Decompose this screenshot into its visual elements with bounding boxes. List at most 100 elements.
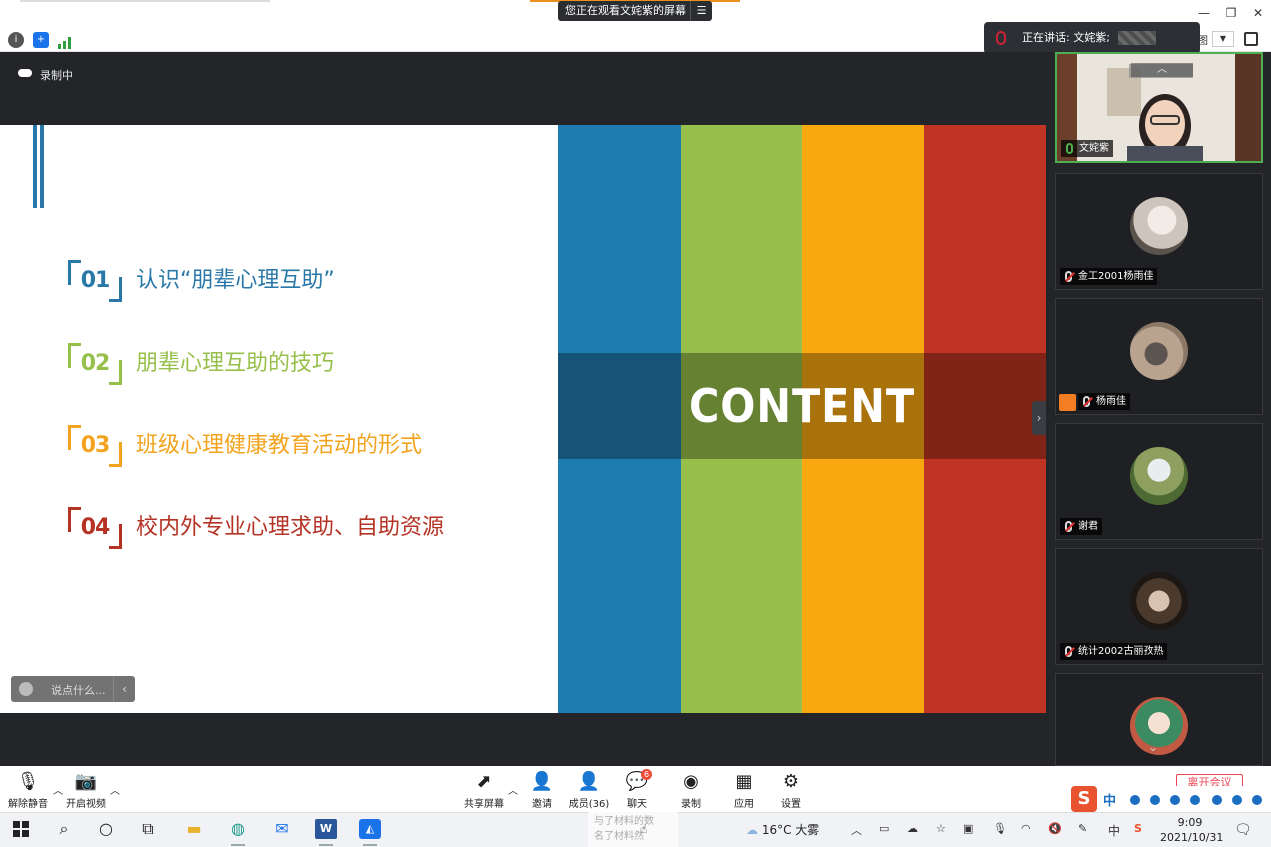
keyboard-icon[interactable] [1190,795,1200,805]
network-error-icon[interactable]: ☁ [907,822,918,835]
chevron-up-icon[interactable]: ︿ [1131,63,1193,77]
taskbar-active-indicator [363,844,377,846]
emoji-icon[interactable] [1150,795,1160,805]
screen-share-notice-label: 您正在观看文姹紫的屏幕 [565,4,686,17]
emoji-icon[interactable] [19,682,33,696]
speaker-muted-icon[interactable]: 🔇 [1048,822,1062,835]
unmute-button[interactable]: 🎙 解除静音 [0,771,56,811]
screen-share-notice[interactable]: 您正在观看文姹紫的屏幕 ☰ [558,1,712,21]
chevron-down-icon[interactable]: ⌄ [1148,740,1158,754]
mic-muted-icon [1065,271,1072,282]
skin-icon[interactable] [1212,795,1222,805]
menu-icon[interactable]: ☰ [690,1,712,21]
host-icon [1059,394,1076,411]
weather-widget[interactable]: ☁ 16°C 大雾 [746,821,819,838]
cortana-icon[interactable]: ○ [95,819,117,839]
avatar [1130,697,1188,755]
agenda-number: 02 [66,341,124,387]
start-video-button[interactable]: 📷 开启视频 [58,771,114,811]
close-icon[interactable]: ✕ [1246,4,1270,22]
mic-muted-icon [1065,646,1072,657]
taskbar-active-indicator [231,844,245,846]
punctuation-icon[interactable] [1130,795,1140,805]
chat-icon: 💬 [625,771,649,792]
record-icon: ◉ [683,771,699,792]
taskbar-clock[interactable]: 9:09 2021/10/31 [1160,815,1223,845]
participant-name: 谢君 [1060,518,1102,535]
view-mode-label[interactable]: 图 [1198,32,1208,47]
restore-icon[interactable]: ❐ [1219,4,1243,22]
window-tab-edge [20,0,270,2]
info-icon[interactable]: i [8,32,24,48]
agenda-item: 03 班级心理健康教育活动的形式 [66,423,546,469]
taskbar-active-indicator [319,844,333,846]
shield-icon[interactable]: + [33,32,49,48]
chevron-up-icon[interactable]: ︿ [851,822,862,838]
ime-indicator[interactable]: 中 [1108,822,1120,839]
video-off-icon: 📷 [74,771,98,792]
quick-chat-placeholder: 说点什么... [51,684,106,697]
signal-icon[interactable] [58,34,72,49]
speaking-banner: 正在讲话: 文姹紫; [984,22,1200,54]
mic-muted-icon [1083,396,1090,407]
windows-start-icon[interactable] [10,819,32,839]
slide-accent-bar [40,125,44,208]
file-explorer-icon[interactable]: ▬ [183,819,205,839]
participant-tile[interactable]: 金工2001杨雨佳 [1055,173,1263,290]
tencent-meeting-icon[interactable]: ◭ [359,819,381,839]
sogou-tray-icon[interactable]: S [1134,822,1142,835]
cursor-icon: ☝ [640,822,648,836]
agenda-number: 04 [66,505,124,551]
avatar [1130,322,1188,380]
record-button[interactable]: ◉ 录制 [663,771,719,811]
mail-icon[interactable]: ✉ [271,819,293,839]
chevron-right-icon[interactable]: › [1032,401,1046,435]
minimize-icon[interactable]: — [1192,4,1216,22]
agenda-number: 03 [66,423,124,469]
notification-icon[interactable]: 🗨 [1234,822,1252,838]
participant-tile[interactable]: ⌄ [1055,673,1263,766]
share-screen-icon: ⬈ [476,771,492,792]
wifi-icon[interactable]: ◠ [1021,822,1031,835]
participant-name: 文姹紫 [1061,140,1113,157]
chevron-up-icon[interactable]: ︿ [110,782,120,797]
settings-button[interactable]: ⚙ 设置 [763,772,819,811]
voice-icon[interactable] [1170,795,1180,805]
pen-icon[interactable]: ✎ [1078,822,1087,835]
cloud-record-icon [18,69,32,77]
fullscreen-icon[interactable] [1244,32,1258,46]
chevron-down-icon[interactable]: ▼ [1212,31,1234,47]
microphone-icon[interactable]: 🎙 [993,822,1007,835]
share-screen-button[interactable]: ⬈ 共享屏幕 [456,771,512,811]
ime-mode[interactable]: 中 [1103,790,1116,809]
weather-icon: ☁ [746,823,758,837]
agenda-item: 04 校内外专业心理求助、自助资源 [66,505,546,551]
content-heading: CONTENT [689,379,915,433]
participant-tile[interactable]: 统计2002古丽孜热 [1055,548,1263,665]
chat-unread-badge: 6 [641,769,652,780]
mic-muted-icon [1065,521,1072,532]
avatar [1130,447,1188,505]
word-icon[interactable]: W [315,819,337,839]
screenshot-icon[interactable]: ▣ [963,822,973,835]
slide-accent-bar [33,125,37,208]
mic-muted-icon: 🎙 [16,771,40,792]
search-icon[interactable]: ⌕ [53,819,75,839]
chevron-left-icon[interactable]: ‹ [113,676,135,702]
edge-icon[interactable]: ◍ [227,819,249,839]
avatar [1130,572,1188,630]
toolbox-icon[interactable] [1252,795,1262,805]
agenda-number: 01 [66,258,124,304]
star-icon[interactable]: ☆ [936,822,946,835]
participant-tile[interactable]: 谢君 [1055,423,1263,540]
participant-name: 杨雨佳 [1078,393,1130,410]
quick-chat-input[interactable]: 说点什么... ‹ [11,676,135,702]
participant-name: 统计2002古丽孜热 [1060,643,1168,660]
sogou-logo-icon[interactable]: S [1071,786,1097,812]
chat-button[interactable]: 💬 聊天 [609,771,665,811]
task-view-icon[interactable]: ⧉ [137,819,159,839]
speaking-label: 正在讲话: 文姹紫; [1022,31,1110,44]
battery-icon[interactable]: ▭ [879,822,889,835]
participant-tile[interactable]: 杨雨佳 [1055,298,1263,415]
shirt-icon[interactable] [1232,795,1242,805]
